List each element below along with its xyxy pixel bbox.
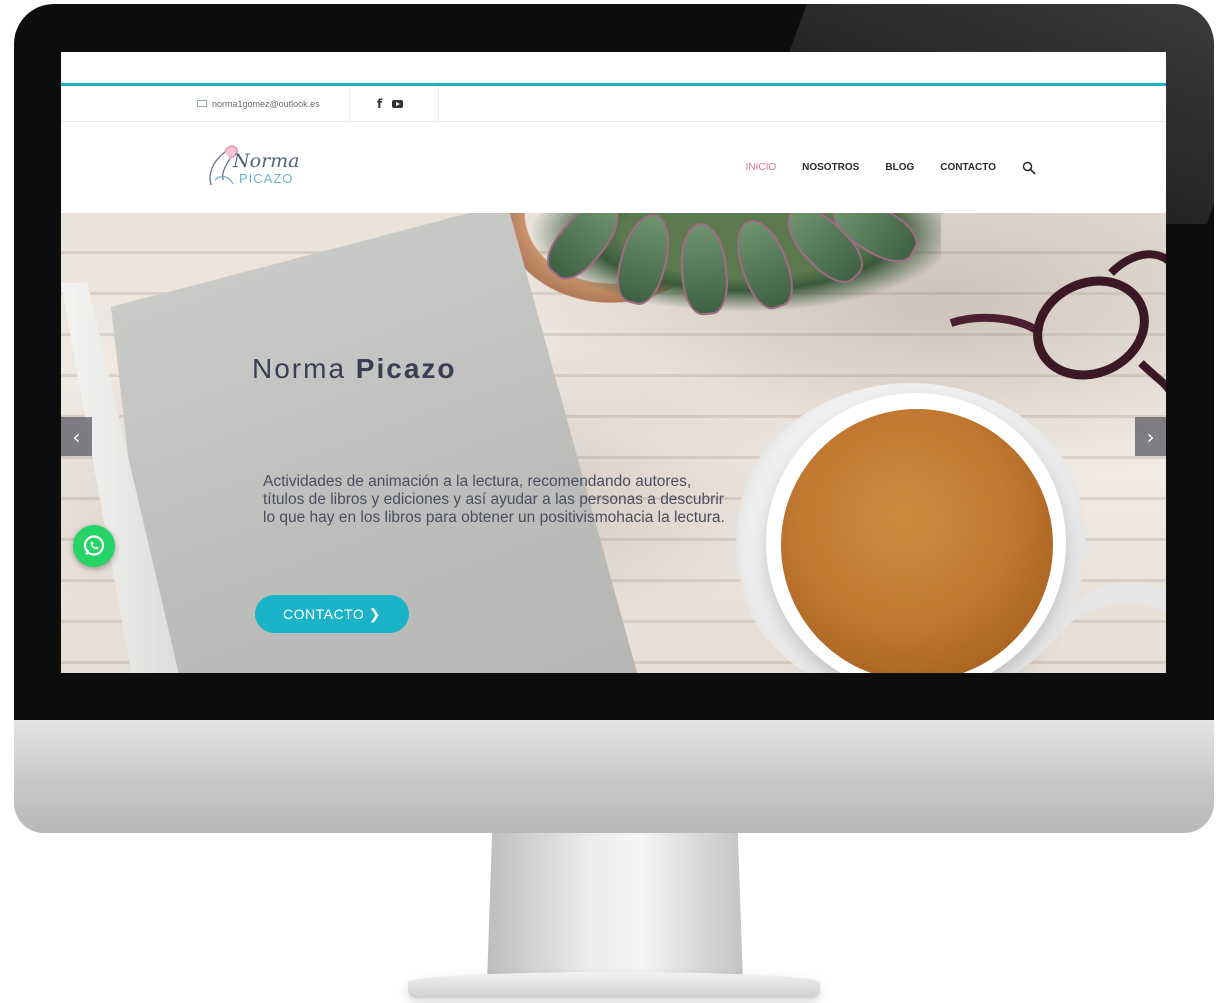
logo-subtext: PICAZO: [239, 171, 294, 186]
divider: [349, 86, 350, 121]
social-links: f: [377, 86, 404, 121]
hero-slider: Norma Picazo Actividades de animación a …: [61, 213, 1166, 673]
monitor-base: [408, 972, 820, 998]
nav-item-nosotros[interactable]: NOSOTROS: [802, 162, 859, 173]
whatsapp-button[interactable]: [73, 525, 115, 567]
email-text[interactable]: norma1gomez@outlook.es: [212, 99, 320, 109]
envelope-icon: [197, 100, 207, 107]
whatsapp-icon: [83, 535, 105, 556]
coffee-image: [781, 409, 1053, 673]
website-screen: norma1gomez@outlook.es f Norma PICAZO IN…: [61, 52, 1166, 673]
chevron-right-icon: ›: [1146, 424, 1155, 449]
logo-text: Norma: [233, 150, 300, 172]
monitor-stand: [487, 833, 743, 983]
hero-title-last: Picazo: [355, 353, 457, 384]
slider-prev-button[interactable]: ‹: [61, 417, 92, 456]
monitor-chin: [14, 720, 1214, 833]
nav-item-contacto[interactable]: CONTACTO: [940, 162, 996, 173]
site-header: Norma PICAZO INICIO NOSOTROS BLOG CONTAC…: [61, 122, 1166, 213]
info-bar: norma1gomez@outlook.es f: [61, 86, 1166, 122]
divider: [438, 86, 439, 121]
hero-description: Actividades de animación a la lectura, r…: [263, 473, 725, 526]
email-contact[interactable]: norma1gomez@outlook.es: [197, 86, 320, 121]
nav-item-inicio[interactable]: INICIO: [746, 162, 777, 173]
chevron-left-icon: ‹: [72, 424, 81, 449]
main-nav: INICIO NOSOTROS BLOG CONTACTO: [746, 122, 1036, 213]
facebook-icon[interactable]: f: [377, 97, 382, 111]
slider-next-button[interactable]: ›: [1135, 417, 1166, 456]
contacto-button[interactable]: CONTACTO ❯: [255, 595, 409, 633]
site-logo[interactable]: Norma PICAZO: [203, 140, 300, 190]
nav-item-blog[interactable]: BLOG: [885, 162, 914, 173]
youtube-icon[interactable]: [392, 99, 404, 108]
top-accent-bar: [61, 52, 1166, 86]
search-icon[interactable]: [1022, 161, 1036, 175]
hero-title-first: Norma: [252, 353, 347, 384]
glasses-image: [949, 250, 1166, 393]
hero-title: Norma Picazo: [252, 353, 457, 385]
